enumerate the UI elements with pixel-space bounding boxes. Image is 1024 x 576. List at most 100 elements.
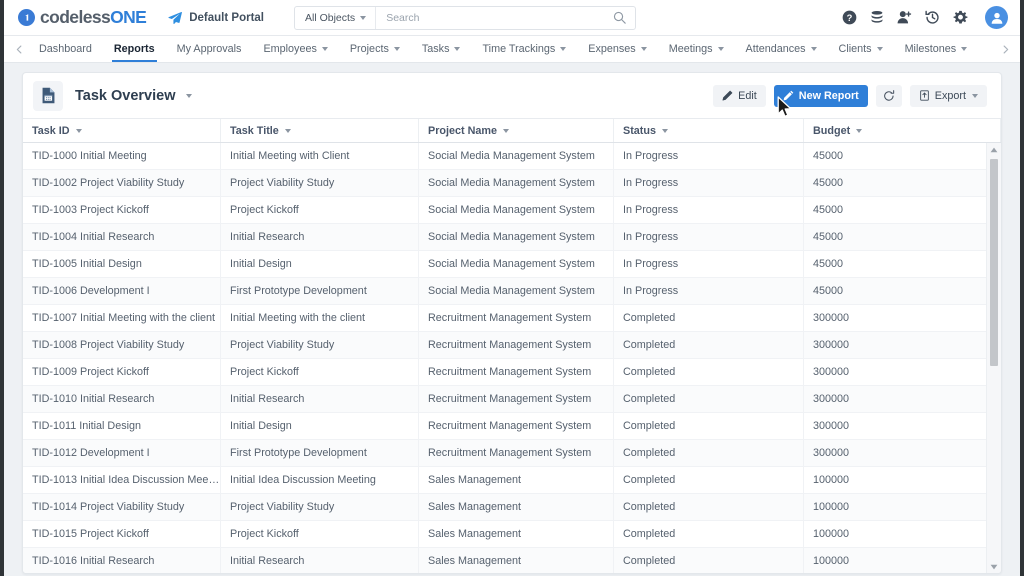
cell-project-name: Recruitment Management System	[419, 359, 614, 385]
help-icon[interactable]: ?	[842, 10, 857, 25]
export-file-icon	[919, 90, 930, 101]
column-header-status[interactable]: Status	[614, 119, 804, 142]
cell-text: 300000	[813, 420, 850, 432]
table-row[interactable]: TID-1004 Initial Research Initial Researc…	[23, 224, 1001, 251]
portal-selector[interactable]: Default Portal	[168, 11, 264, 25]
chevron-down-icon[interactable]	[503, 128, 510, 133]
top-bar-icons: ?	[842, 6, 1008, 29]
table-row[interactable]: TID-1015 Project Kickoff Project Kickoff S…	[23, 521, 1001, 548]
portal-name: Default Portal	[189, 11, 264, 24]
chevron-down-icon[interactable]	[662, 128, 668, 133]
cell-text: Sales Management	[428, 474, 522, 486]
cell-text: TID-1010 Initial Research	[32, 393, 155, 405]
nav-item-meetings[interactable]: Meetings	[658, 36, 735, 62]
app-logo[interactable]: codelessONE	[18, 7, 147, 28]
cell-budget: 100000	[804, 521, 1001, 547]
table-row[interactable]: TID-1016 Initial Research Initial Researc…	[23, 548, 1001, 573]
cell-text: Completed	[623, 366, 676, 378]
scroll-up-button[interactable]	[987, 143, 1001, 156]
nav-item-tasks[interactable]: Tasks	[411, 36, 472, 62]
cell-budget: 45000	[804, 278, 1001, 304]
cell-text: TID-1012 Development I	[32, 447, 150, 459]
column-header-label: Task Title	[230, 124, 279, 137]
scrollbar-thumb[interactable]	[990, 159, 998, 366]
database-stack-icon[interactable]	[870, 10, 884, 25]
add-user-icon[interactable]	[897, 10, 912, 25]
cell-task-id: TID-1000 Initial Meeting	[23, 143, 221, 169]
nav-item-label: Projects	[349, 43, 389, 55]
cell-task-title: First Prototype Development	[221, 440, 419, 466]
column-header-project-name[interactable]: Project Name	[419, 119, 614, 142]
cell-budget: 45000	[804, 143, 1001, 169]
nav-item-projects[interactable]: Projects	[339, 36, 411, 62]
new-report-button[interactable]: New Report	[773, 84, 868, 107]
cell-task-title: Project Viability Study	[221, 494, 419, 520]
title-chevron-down-icon[interactable]	[185, 93, 192, 98]
cell-task-title: First Prototype Development	[221, 278, 419, 304]
nav-item-time-trackings[interactable]: Time Trackings	[471, 36, 577, 62]
cell-budget: 100000	[804, 494, 1001, 520]
cell-task-title: Initial Meeting with the client	[221, 305, 419, 331]
table-row[interactable]: TID-1002 Project Viability Study Project …	[23, 170, 1001, 197]
cell-status: In Progress	[614, 197, 804, 223]
chevron-down-icon[interactable]	[75, 128, 82, 133]
table-row[interactable]: TID-1006 Development I First Prototype De…	[23, 278, 1001, 305]
scroll-down-button[interactable]	[987, 560, 1001, 573]
table-row[interactable]: TID-1012 Development I First Prototype De…	[23, 440, 1001, 467]
main-navigation: Dashboard Reports My Approvals Employees Pro…	[4, 36, 1020, 63]
nav-scroll-left-button[interactable]	[10, 36, 28, 62]
edit-button[interactable]: Edit	[713, 84, 766, 107]
nav-scroll-right-button[interactable]	[996, 36, 1014, 62]
cell-project-name: Social Media Management System	[419, 170, 614, 196]
cell-status: In Progress	[614, 278, 804, 304]
nav-item-expenses[interactable]: Expenses	[577, 36, 657, 62]
table-row[interactable]: TID-1007 Initial Meeting with the client…	[23, 305, 1001, 332]
table-row[interactable]: TID-1014 Project Viability Study Project …	[23, 494, 1001, 521]
cell-text: 100000	[813, 528, 850, 540]
table-row[interactable]: TID-1008 Project Viability Study Project …	[23, 332, 1001, 359]
export-button[interactable]: Export	[909, 84, 987, 107]
send-paper-plane-icon	[168, 11, 183, 25]
object-filter-dropdown[interactable]: All Objects	[295, 6, 377, 29]
search-input[interactable]	[376, 11, 611, 24]
table-row[interactable]: TID-1000 Initial Meeting Initial Meeting …	[23, 143, 1001, 170]
nav-item-dashboard[interactable]: Dashboard	[28, 36, 103, 62]
chevron-down-icon	[560, 47, 567, 51]
nav-item-attendances[interactable]: Attendances	[735, 36, 828, 62]
chevron-down-icon[interactable]	[284, 128, 291, 133]
table-row[interactable]: TID-1011 Initial Design Initial Design Rec…	[23, 413, 1001, 440]
settings-gear-icon[interactable]	[953, 10, 968, 25]
column-header-task-id[interactable]: Task ID	[23, 119, 221, 142]
nav-item-reports[interactable]: Reports	[103, 36, 166, 62]
search-icon[interactable]	[611, 11, 635, 24]
table-row[interactable]: TID-1013 Initial Idea Discussion Meet...…	[23, 467, 1001, 494]
user-avatar[interactable]	[985, 6, 1008, 29]
nav-item-label: Dashboard	[39, 43, 92, 55]
new-report-button-label: New Report	[798, 89, 859, 102]
cell-status: Completed	[614, 440, 804, 466]
column-header-task-title[interactable]: Task Title	[221, 119, 419, 142]
vertical-scrollbar[interactable]	[986, 143, 1001, 573]
report-card: Task Overview Edit New Report Export Tas…	[22, 72, 1002, 574]
cell-task-title: Initial Design	[221, 251, 419, 277]
cell-text: Completed	[623, 447, 676, 459]
cell-status: Completed	[614, 494, 804, 520]
table-row[interactable]: TID-1009 Project Kickoff Project Kickoff R…	[23, 359, 1001, 386]
cell-text: Sales Management	[428, 501, 522, 513]
history-clock-icon[interactable]	[925, 10, 940, 25]
refresh-button[interactable]	[875, 84, 902, 107]
table-row[interactable]: TID-1010 Initial Research Initial Researc…	[23, 386, 1001, 413]
table-row[interactable]: TID-1003 Project Kickoff Project Kickoff S…	[23, 197, 1001, 224]
nav-item-my-approvals[interactable]: My Approvals	[166, 36, 253, 62]
nav-item-milestones[interactable]: Milestones	[894, 36, 979, 62]
column-header-budget[interactable]: Budget	[804, 119, 1001, 142]
cell-text: In Progress	[623, 177, 679, 189]
chevron-down-icon[interactable]	[856, 128, 863, 133]
table-row[interactable]: TID-1005 Initial Design Initial Design Soc…	[23, 251, 1001, 278]
nav-item-clients[interactable]: Clients	[828, 36, 894, 62]
cell-task-title: Initial Research	[221, 386, 419, 412]
nav-item-employees[interactable]: Employees	[252, 36, 338, 62]
cell-status: Completed	[614, 386, 804, 412]
cell-project-name: Social Media Management System	[419, 197, 614, 223]
cell-text: Social Media Management System	[428, 231, 595, 243]
